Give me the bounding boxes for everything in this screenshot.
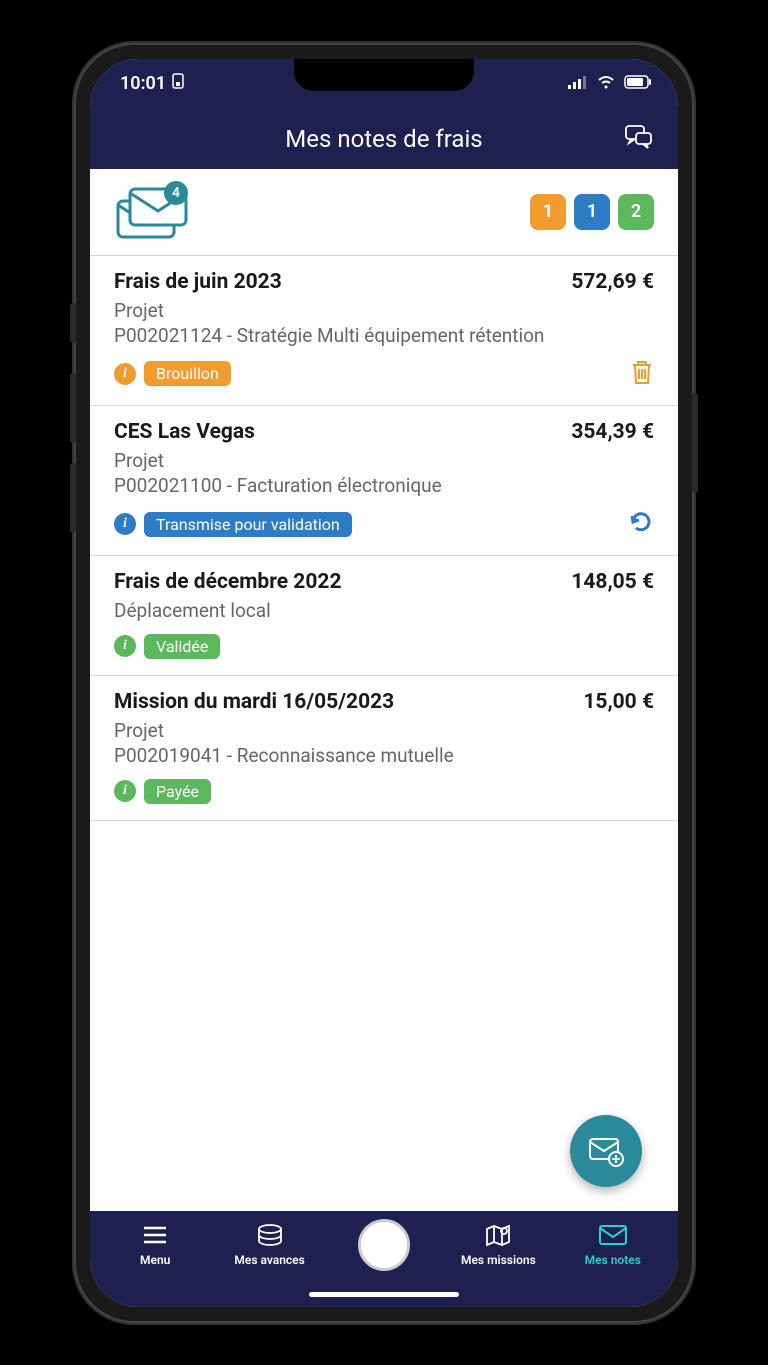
nav-notes[interactable]: Mes notes <box>568 1221 658 1267</box>
sim-icon <box>172 73 184 94</box>
item-title: CES Las Vegas <box>114 420 255 444</box>
info-icon[interactable]: i <box>114 635 136 657</box>
battery-icon <box>624 73 652 94</box>
status-pill-approved: Validée <box>144 634 220 659</box>
nav-label: Mes missions <box>461 1253 536 1267</box>
phone-side-button <box>692 393 698 493</box>
envelope-stack-icon[interactable]: 4 <box>114 183 194 241</box>
nav-missions[interactable]: Mes missions <box>453 1221 543 1267</box>
info-icon[interactable]: i <box>114 780 136 802</box>
trash-icon[interactable] <box>630 359 654 389</box>
app-header: Mes notes de frais <box>90 109 678 169</box>
item-title: Frais de juin 2023 <box>114 270 282 294</box>
phone-screen: 10:01 Mes notes de frais <box>90 59 678 1307</box>
map-icon <box>484 1221 512 1249</box>
nav-camera[interactable] <box>339 1221 429 1271</box>
item-amount: 148,05 € <box>571 570 654 594</box>
info-icon[interactable]: i <box>114 513 136 535</box>
wifi-icon <box>596 73 616 94</box>
item-title: Frais de décembre 2022 <box>114 570 342 594</box>
page-title: Mes notes de frais <box>285 125 482 153</box>
chip-pending-count[interactable]: 1 <box>574 194 610 230</box>
envelope-icon <box>598 1221 628 1249</box>
coins-icon <box>256 1221 284 1249</box>
item-subtitle: Projet <box>114 718 654 744</box>
item-amount: 572,69 € <box>571 270 654 294</box>
item-title: Mission du mardi 16/05/2023 <box>114 690 394 714</box>
bottom-nav: Menu Mes avances <box>90 1211 678 1307</box>
item-project: P002021124 - Stratégie Multi équipement … <box>114 323 654 349</box>
item-amount: 354,39 € <box>571 420 654 444</box>
signal-icon <box>568 73 588 94</box>
list-item[interactable]: CES Las Vegas 354,39 € Projet P002021100… <box>90 406 678 556</box>
list-item[interactable]: Frais de décembre 2022 148,05 € Déplacem… <box>90 556 678 676</box>
item-subtitle: Projet <box>114 298 654 324</box>
summary-bar: 4 1 1 2 <box>90 169 678 256</box>
item-project: P002021100 - Facturation électronique <box>114 473 654 499</box>
status-time: 10:01 <box>120 73 166 94</box>
home-indicator[interactable] <box>309 1292 459 1297</box>
phone-side-button <box>70 463 76 533</box>
item-amount: 15,00 € <box>583 690 654 714</box>
item-subtitle: Déplacement local <box>114 598 654 624</box>
nav-avances[interactable]: Mes avances <box>225 1221 315 1267</box>
nav-menu[interactable]: Menu <box>110 1221 200 1267</box>
expense-list[interactable]: Frais de juin 2023 572,69 € Projet P0020… <box>90 256 678 1211</box>
status-pill-draft: Brouillon <box>144 361 231 386</box>
list-item[interactable]: Mission du mardi 16/05/2023 15,00 € Proj… <box>90 676 678 821</box>
item-subtitle: Projet <box>114 448 654 474</box>
chat-icon[interactable] <box>624 124 654 154</box>
item-project: P002019041 - Reconnaissance mutuelle <box>114 743 654 769</box>
phone-notch <box>294 59 474 91</box>
chip-draft-count[interactable]: 1 <box>530 194 566 230</box>
phone-frame: 10:01 Mes notes de frais <box>74 43 694 1323</box>
nav-label: Mes notes <box>585 1253 641 1267</box>
undo-icon[interactable] <box>628 509 654 539</box>
list-item[interactable]: Frais de juin 2023 572,69 € Projet P0020… <box>90 256 678 406</box>
status-pill-pending: Transmise pour validation <box>144 512 352 537</box>
phone-side-button <box>70 303 76 343</box>
camera-icon <box>358 1219 410 1271</box>
nav-label: Menu <box>140 1253 170 1267</box>
add-expense-fab[interactable] <box>570 1115 642 1187</box>
status-pill-paid: Payée <box>144 779 211 804</box>
nav-label: Mes avances <box>234 1253 304 1267</box>
menu-icon <box>142 1221 168 1249</box>
phone-side-button <box>70 373 76 443</box>
chip-approved-count[interactable]: 2 <box>618 194 654 230</box>
info-icon[interactable]: i <box>114 363 136 385</box>
status-chips: 1 1 2 <box>530 194 654 230</box>
envelope-count-badge: 4 <box>164 181 188 205</box>
